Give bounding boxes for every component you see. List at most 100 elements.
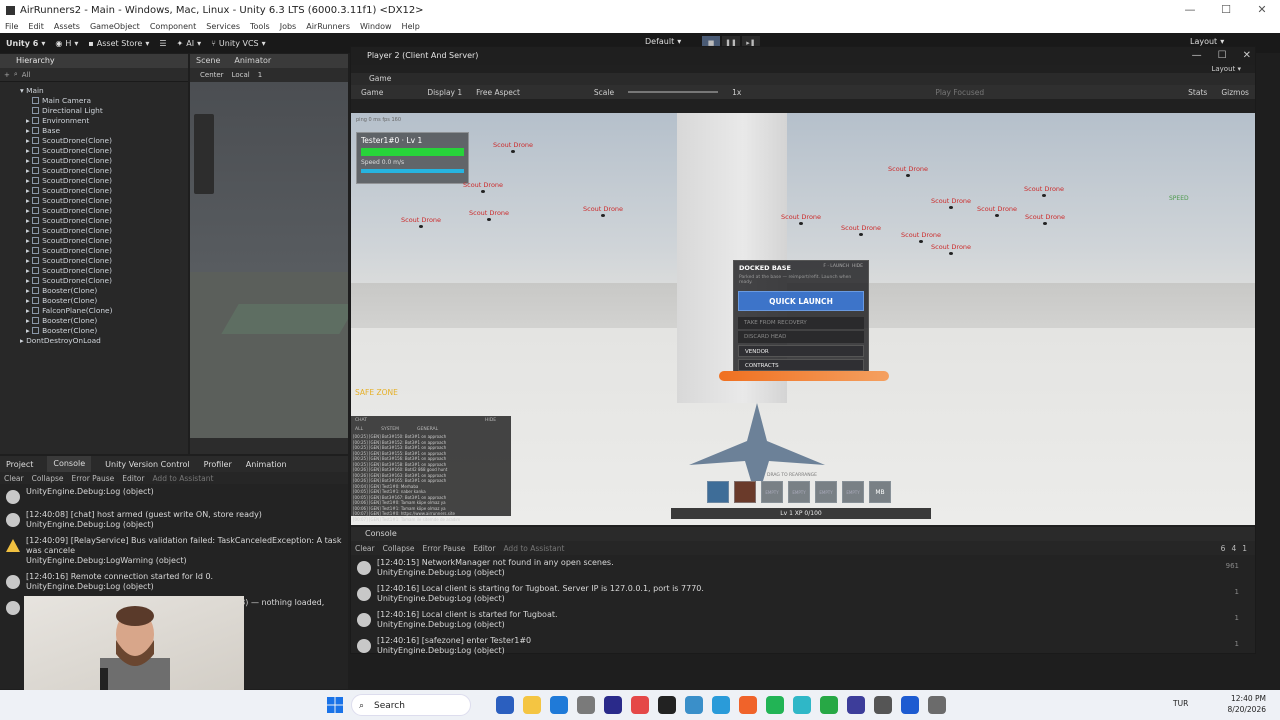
ai-button[interactable]: ✦ AI ▾ [177, 39, 202, 48]
taskbar-app-icon[interactable] [739, 696, 757, 714]
menu-icon[interactable]: ☰ [159, 39, 166, 48]
error-count[interactable]: 1 [1242, 544, 1247, 553]
layout-default-dropdown[interactable]: Default ▾ [645, 37, 681, 46]
close-button[interactable]: ✕ [1244, 0, 1280, 20]
hotbar-slot[interactable] [734, 481, 756, 503]
hierarchy-item[interactable]: ▸ ScoutDrone(Clone) [26, 166, 188, 176]
taskbar-app-icon[interactable] [847, 696, 865, 714]
stats-button[interactable]: Stats [1188, 88, 1207, 97]
menu-airrunners[interactable]: AirRunners [306, 22, 350, 31]
tab-animator[interactable]: Animator [234, 54, 271, 68]
console-log-entry[interactable]: [12:40:16] Remote connection started for… [0, 569, 348, 595]
hierarchy-item[interactable]: ▸ ScoutDrone(Clone) [26, 276, 188, 286]
taskbar-app-icon[interactable] [496, 696, 514, 714]
p-collapse-toggle[interactable]: Collapse [383, 544, 415, 553]
snap-value[interactable]: 1 [258, 68, 262, 82]
hierarchy-item[interactable]: ▸ FalconPlane(Clone) [26, 306, 188, 316]
input-language[interactable]: TUR [1173, 699, 1188, 708]
hierarchy-tab[interactable]: Hierarchy [0, 54, 188, 68]
gizmos-button[interactable]: Gizmos [1221, 88, 1249, 97]
hierarchy-item[interactable]: ▸ Booster(Clone) [26, 296, 188, 306]
p-error-pause-toggle[interactable]: Error Pause [423, 544, 466, 553]
taskbar-app-icon[interactable] [928, 696, 946, 714]
hierarchy-item[interactable]: ▸ Base [26, 126, 188, 136]
taskbar-app-icon[interactable] [712, 696, 730, 714]
hierarchy-item[interactable]: ▸ Booster(Clone) [26, 316, 188, 326]
scene-overlay-toolbar[interactable] [190, 438, 348, 454]
taskbar-app-icon[interactable] [901, 696, 919, 714]
p-add-to-assistant-button[interactable]: Add to Assistant [503, 544, 564, 553]
hierarchy-item[interactable]: ▸ Environment [26, 116, 188, 126]
menu-tools[interactable]: Tools [250, 22, 270, 31]
hierarchy-item[interactable]: ▸ ScoutDrone(Clone) [26, 146, 188, 156]
taskbar-app-icon[interactable] [550, 696, 568, 714]
menu-help[interactable]: Help [402, 22, 420, 31]
discard-head-button[interactable]: DISCARD HEAD [738, 331, 864, 343]
menu-gameobject[interactable]: GameObject [90, 22, 140, 31]
tab-game[interactable]: Game [351, 73, 1255, 85]
ddol-root[interactable]: ▸ DontDestroyOnLoad [20, 336, 188, 346]
display-dropdown[interactable]: Display 1 [427, 88, 462, 97]
tab-animation[interactable]: Animation [246, 460, 287, 469]
scene-tools[interactable] [194, 114, 214, 194]
hierarchy-item[interactable]: ▸ ScoutDrone(Clone) [26, 186, 188, 196]
tab-profiler[interactable]: Profiler [204, 460, 232, 469]
taskbar-app-icon[interactable] [874, 696, 892, 714]
hierarchy-item[interactable]: ▸ ScoutDrone(Clone) [26, 246, 188, 256]
menu-component[interactable]: Component [150, 22, 196, 31]
chat-tab-general[interactable]: GENERAL [417, 427, 438, 432]
console-log-entry[interactable]: [12:40:08] [chat] host armed (guest writ… [0, 507, 348, 533]
windows-start-icon[interactable] [327, 697, 343, 713]
pivot-dropdown[interactable]: Center [200, 68, 224, 82]
menu-services[interactable]: Services [206, 22, 240, 31]
scene-view[interactable]: Scene Animator Center Local 1 [190, 54, 348, 454]
taskbar-app-icon[interactable] [685, 696, 703, 714]
hierarchy-item[interactable]: ▸ ScoutDrone(Clone) [26, 226, 188, 236]
collapse-toggle[interactable]: Collapse [32, 474, 64, 483]
hierarchy-item[interactable]: ▸ ScoutDrone(Clone) [26, 256, 188, 266]
scale-slider[interactable] [628, 91, 719, 93]
docked-hide-button[interactable]: HIDE [852, 264, 863, 269]
error-pause-toggle[interactable]: Error Pause [72, 474, 115, 483]
chat-tab-all[interactable]: ALL [355, 427, 363, 432]
player-log-entry[interactable]: [12:40:16] Local client is started for T… [351, 607, 1255, 633]
chat-tab-system[interactable]: SYSTEM [381, 427, 399, 432]
taskbar-app-icon[interactable] [577, 696, 595, 714]
info-count[interactable]: 6 [1221, 544, 1226, 553]
warn-count[interactable]: 4 [1231, 544, 1236, 553]
hierarchy-item[interactable]: ▸ ScoutDrone(Clone) [26, 136, 188, 146]
unity-account-button[interactable]: Unity 6 ▾ [6, 39, 45, 48]
player-minimize-button[interactable]: — [1192, 47, 1202, 65]
aspect-dropdown[interactable]: Free Aspect [476, 88, 520, 97]
hotbar-slot[interactable]: EMPTY [815, 481, 837, 503]
game-view-dropdown[interactable]: Game [361, 88, 383, 97]
quick-launch-button[interactable]: QUICK LAUNCH [738, 291, 864, 311]
hierarchy-search[interactable]: + ⌕ All [0, 68, 188, 82]
scene-root[interactable]: ▾ Main [20, 86, 188, 96]
console-log-entry[interactable]: UnityEngine.Debug:Log (object) [0, 484, 348, 507]
hierarchy-item[interactable]: ▸ Booster(Clone) [26, 286, 188, 296]
hierarchy-item[interactable]: Directional Light [26, 106, 188, 116]
hierarchy-item[interactable]: Main Camera [26, 96, 188, 106]
tab-project[interactable]: Project [6, 460, 33, 469]
taskbar-app-icon[interactable] [604, 696, 622, 714]
hierarchy-item[interactable]: ▸ ScoutDrone(Clone) [26, 156, 188, 166]
play-focused-dropdown[interactable]: Play Focused [935, 88, 984, 97]
space-dropdown[interactable]: Local [232, 68, 250, 82]
tab-version-control[interactable]: Unity Version Control [105, 460, 189, 469]
hotbar-slot[interactable] [707, 481, 729, 503]
clock[interactable]: 12:40 PM 8/20/2026 [1228, 693, 1266, 715]
plus-icon[interactable]: + [4, 71, 10, 79]
hierarchy-item[interactable]: ▸ ScoutDrone(Clone) [26, 176, 188, 186]
hotbar-slot[interactable]: EMPTY [761, 481, 783, 503]
editor-dropdown[interactable]: Editor [122, 474, 144, 483]
taskbar-app-icon[interactable] [631, 696, 649, 714]
p-clear-button[interactable]: Clear [355, 544, 375, 553]
take-from-recovery-button[interactable]: TAKE FROM RECOVERY [738, 317, 864, 329]
hierarchy-item[interactable]: ▸ ScoutDrone(Clone) [26, 206, 188, 216]
asset-store-button[interactable]: ▪ Asset Store ▾ [88, 39, 149, 48]
taskbar-app-icon[interactable] [820, 696, 838, 714]
hierarchy-item[interactable]: ▸ ScoutDrone(Clone) [26, 236, 188, 246]
tab-console[interactable]: Console [47, 456, 92, 472]
contracts-button[interactable]: CONTRACTS [738, 359, 864, 371]
